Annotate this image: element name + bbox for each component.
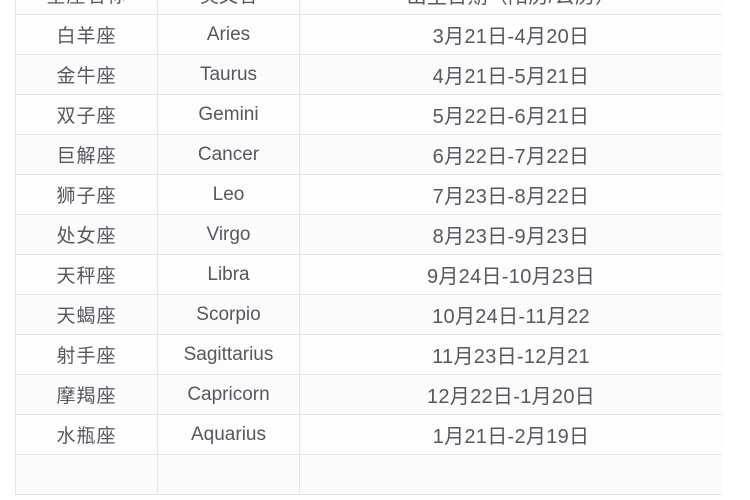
cell-date-range: 4月21日-5月21日 (299, 54, 722, 95)
cell-date-range: 10月24日-11月22 (299, 294, 722, 335)
cell-date-range: 11月23日-12月21 (299, 334, 722, 375)
cell-chinese-name (15, 454, 158, 495)
cell-date-range: 9月24日-10月23日 (299, 254, 722, 295)
cell-english-name: Scorpio (157, 294, 300, 335)
cell-chinese-name: 天蝎座 (15, 294, 158, 335)
cell-date-range: 8月23日-9月23日 (299, 214, 722, 255)
cell-chinese-name: 射手座 (15, 334, 158, 375)
cell-english-name: Leo (157, 174, 300, 215)
table-row: 狮子座 Leo 7月23日-8月22日 (15, 174, 722, 215)
cell-english-name: Cancer (157, 134, 300, 175)
cell-date-range: 1月21日-2月19日 (299, 414, 722, 455)
column-header-date-range: 出生日期（阳历/公历） (299, 0, 722, 15)
cell-chinese-name: 狮子座 (15, 174, 158, 215)
table-row: 射手座 Sagittarius 11月23日-12月21 (15, 334, 722, 375)
cell-english-name: Virgo (157, 214, 300, 255)
cell-chinese-name: 处女座 (15, 214, 158, 255)
table-row: 金牛座 Taurus 4月21日-5月21日 (15, 54, 722, 95)
table-row: 处女座 Virgo 8月23日-9月23日 (15, 214, 722, 255)
cell-date-range (299, 454, 722, 495)
cell-english-name: Aries (157, 14, 300, 55)
cell-date-range: 5月22日-6月21日 (299, 94, 722, 135)
table-viewport: 星座名称 英文名 出生日期（阳历/公历） 白羊座 Aries 3月21日-4月2… (15, 0, 722, 500)
table-row: 天秤座 Libra 9月24日-10月23日 (15, 254, 722, 295)
table-row: 水瓶座 Aquarius 1月21日-2月19日 (15, 414, 722, 455)
table-row: 白羊座 Aries 3月21日-4月20日 (15, 14, 722, 55)
table-row: 天蝎座 Scorpio 10月24日-11月22 (15, 294, 722, 335)
zodiac-table: 星座名称 英文名 出生日期（阳历/公历） 白羊座 Aries 3月21日-4月2… (15, 0, 722, 495)
table-row: 摩羯座 Capricorn 12月22日-1月20日 (15, 374, 722, 415)
cell-english-name: Capricorn (157, 374, 300, 415)
cell-english-name: Aquarius (157, 414, 300, 455)
table-row: 双子座 Gemini 5月22日-6月21日 (15, 94, 722, 135)
cell-chinese-name: 巨解座 (15, 134, 158, 175)
column-header-english-name: 英文名 (157, 0, 300, 15)
table-body: 白羊座 Aries 3月21日-4月20日 金牛座 Taurus 4月21日-5… (15, 14, 722, 495)
cell-chinese-name: 摩羯座 (15, 374, 158, 415)
cell-date-range: 3月21日-4月20日 (299, 14, 722, 55)
table-header: 星座名称 英文名 出生日期（阳历/公历） (15, 0, 722, 15)
cell-english-name: Sagittarius (157, 334, 300, 375)
column-header-chinese-name: 星座名称 (15, 0, 158, 15)
cell-date-range: 6月22日-7月22日 (299, 134, 722, 175)
zodiac-sign-date-page: 星座名称 英文名 出生日期（阳历/公历） 白羊座 Aries 3月21日-4月2… (0, 0, 750, 500)
cell-chinese-name: 双子座 (15, 94, 158, 135)
cell-english-name (157, 454, 300, 495)
cell-chinese-name: 水瓶座 (15, 414, 158, 455)
cell-chinese-name: 白羊座 (15, 14, 158, 55)
table-header-row: 星座名称 英文名 出生日期（阳历/公历） (15, 0, 722, 15)
cell-english-name: Taurus (157, 54, 300, 95)
cell-date-range: 7月23日-8月22日 (299, 174, 722, 215)
cell-date-range: 12月22日-1月20日 (299, 374, 722, 415)
cell-english-name: Gemini (157, 94, 300, 135)
cell-chinese-name: 天秤座 (15, 254, 158, 295)
cell-chinese-name: 金牛座 (15, 54, 158, 95)
table-row: 巨解座 Cancer 6月22日-7月22日 (15, 134, 722, 175)
table-row (15, 454, 722, 495)
cell-english-name: Libra (157, 254, 300, 295)
